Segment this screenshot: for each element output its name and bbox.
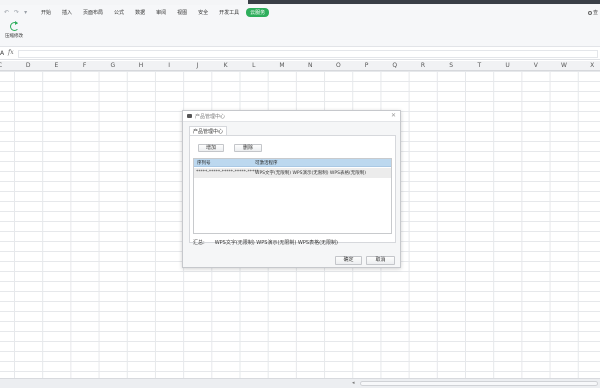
column-header-V[interactable]: V xyxy=(522,62,550,69)
ok-button[interactable]: 确定 xyxy=(335,256,362,265)
delete-button[interactable]: 删除 xyxy=(234,144,262,152)
column-header-E[interactable]: E xyxy=(42,62,70,69)
ribbon-tabs: 开始 插入 页面布局 公式 数据 审阅 视图 安全 开发工具 云服务 xyxy=(37,8,272,17)
column-header-D[interactable]: D xyxy=(14,62,42,69)
status-bar: ◂ xyxy=(0,378,600,388)
tab-2[interactable]: 页面布局 xyxy=(79,8,107,17)
column-header-U[interactable]: U xyxy=(494,62,522,69)
scroll-left-icon[interactable]: ◂ xyxy=(352,380,355,386)
column-header-C[interactable]: C xyxy=(0,62,14,69)
tab-1[interactable]: 插入 xyxy=(58,8,76,17)
cancel-button[interactable]: 取消 xyxy=(366,256,395,265)
programs-value: WPS文字(无限制) WPS演示(无限制) WPS表格(无限制) xyxy=(255,171,366,176)
name-box[interactable]: A xyxy=(0,50,4,57)
tab-3[interactable]: 公式 xyxy=(110,8,128,17)
column-headers: CDEFGHIJKLMNOPQRSTUVWX xyxy=(0,61,600,71)
column-header-M[interactable]: M xyxy=(268,62,296,69)
column-header-R[interactable]: R xyxy=(409,62,437,69)
title-bar-dark-region xyxy=(248,0,600,4)
column-header-X[interactable]: X xyxy=(578,62,600,69)
column-header-G[interactable]: G xyxy=(99,62,127,69)
column-header-O[interactable]: O xyxy=(324,62,352,69)
dialog-title: 产品管理中心 xyxy=(195,114,226,120)
close-icon[interactable]: ✕ xyxy=(391,112,396,119)
compress-modify-icon xyxy=(9,21,20,32)
redo-icon[interactable]: ↷ xyxy=(14,9,19,16)
ribbon: ↶ ↷ ▾ 开始 插入 页面布局 公式 数据 审阅 视图 安全 开发工具 云服务 查 压缩修改 xyxy=(0,5,600,47)
column-header-H[interactable]: H xyxy=(127,62,155,69)
search-icon xyxy=(587,10,592,15)
app-icon xyxy=(187,114,192,118)
list-item[interactable]: *****-*****-*****-*****-***** WPS文字(无限制)… xyxy=(194,168,391,178)
search-command[interactable]: 查 xyxy=(587,9,598,16)
serial-list[interactable]: 序列号 可激活程序 *****-*****-*****-*****-***** … xyxy=(193,158,392,234)
tab-8[interactable]: 开发工具 xyxy=(215,8,243,17)
column-header-W[interactable]: W xyxy=(550,62,578,69)
serial-column-header: 序列号 xyxy=(197,161,211,166)
serial-value: *****-*****-*****-*****-***** xyxy=(196,170,259,175)
column-header-I[interactable]: I xyxy=(155,62,183,69)
dialog-panel: 增加 删除 序列号 可激活程序 *****-*****-*****-*****-… xyxy=(189,135,396,243)
tab-9[interactable]: 云服务 xyxy=(246,8,270,17)
formula-bar: A fx xyxy=(0,48,600,60)
column-header-N[interactable]: N xyxy=(296,62,324,69)
column-header-L[interactable]: L xyxy=(240,62,268,69)
column-header-P[interactable]: P xyxy=(353,62,381,69)
tab-7[interactable]: 安全 xyxy=(194,8,212,17)
column-header-F[interactable]: F xyxy=(71,62,99,69)
quick-access-more-icon[interactable]: ▾ xyxy=(24,9,27,16)
horizontal-scrollbar[interactable] xyxy=(360,381,598,386)
column-header-K[interactable]: K xyxy=(212,62,240,69)
product-management-dialog: 产品管理中心 ✕ 产品管理中心 增加 删除 序列号 可激活程序 *****-**… xyxy=(182,110,401,268)
tab-0[interactable]: 开始 xyxy=(37,8,55,17)
column-header-Q[interactable]: Q xyxy=(381,62,409,69)
search-label: 查 xyxy=(592,10,598,16)
summary-label: 汇总: xyxy=(193,240,205,246)
list-header: 序列号 可激活程序 xyxy=(194,159,391,167)
tab-4[interactable]: 数据 xyxy=(131,8,149,17)
column-header-J[interactable]: J xyxy=(183,62,211,69)
tab-6[interactable]: 视图 xyxy=(173,8,191,17)
dialog-tab-row: 产品管理中心 xyxy=(189,126,228,136)
tab-5[interactable]: 审阅 xyxy=(152,8,170,17)
summary: 汇总: WPS文字(无限制) WPS演示(无限制) WPS表格(无限制) xyxy=(193,239,338,246)
dialog-title-bar: 产品管理中心 ✕ xyxy=(183,111,400,122)
programs-column-header: 可激活程序 xyxy=(255,161,278,166)
formula-input[interactable] xyxy=(18,50,598,58)
add-button[interactable]: 增加 xyxy=(198,144,224,152)
compress-modify-tool[interactable]: 压缩修改 xyxy=(3,21,25,39)
compress-modify-label: 压缩修改 xyxy=(5,34,23,39)
fx-icon[interactable]: fx xyxy=(8,49,14,56)
quick-access-toolbar: ↶ ↷ ▾ xyxy=(4,9,27,16)
summary-value: WPS文字(无限制) WPS演示(无限制) WPS表格(无限制) xyxy=(214,240,338,246)
column-header-T[interactable]: T xyxy=(465,62,493,69)
undo-icon[interactable]: ↶ xyxy=(4,9,9,16)
column-header-S[interactable]: S xyxy=(437,62,465,69)
